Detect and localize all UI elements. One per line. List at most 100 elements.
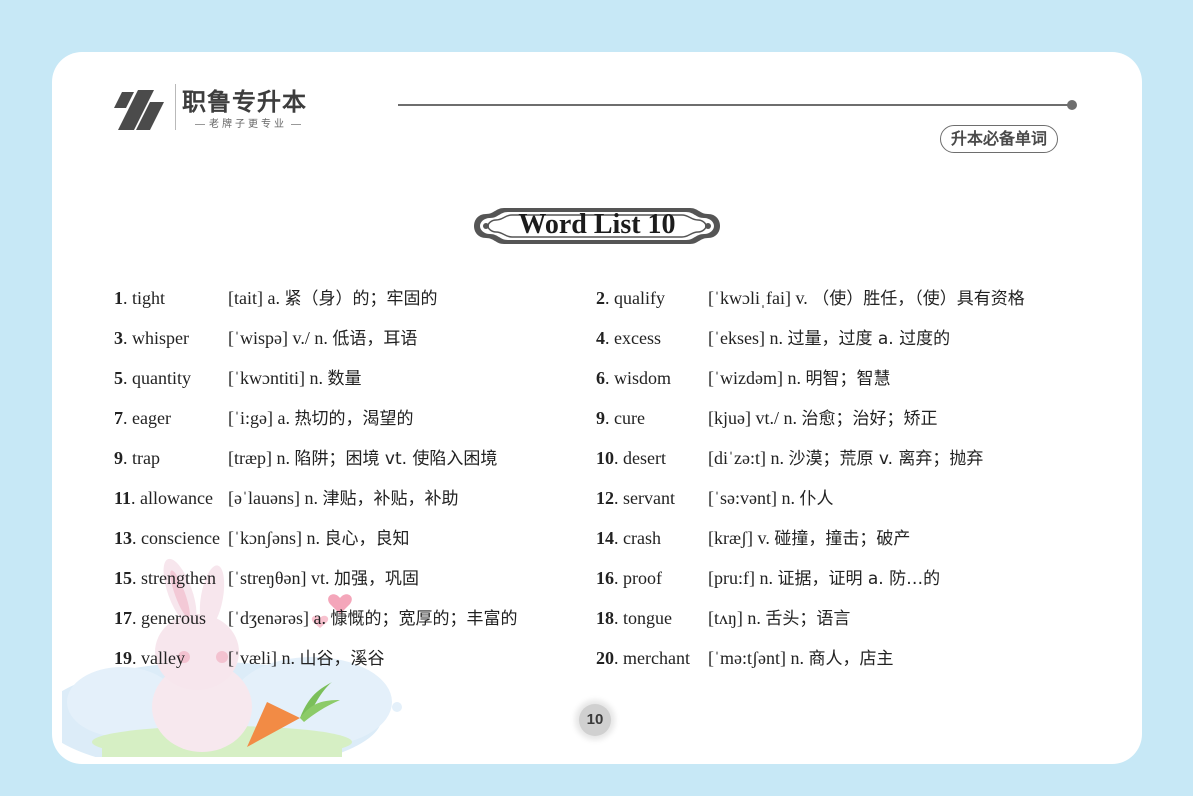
- entry-part-of-speech: n.: [759, 568, 773, 588]
- entry-number: 18: [596, 608, 614, 628]
- page-number: 10: [579, 704, 611, 736]
- entry-chinese-definition: 碰撞，撞击；破产: [774, 529, 911, 549]
- entry-phonetic: [ˈwispə]: [228, 328, 288, 348]
- entry-number: 9: [114, 448, 123, 468]
- entry-number-dot: .: [605, 328, 614, 348]
- entry-phonetic: [pru:f]: [708, 568, 755, 588]
- entry-part-of-speech: n.: [787, 368, 801, 388]
- entry-number: 13: [114, 528, 132, 548]
- entry-chinese-definition: 紧（身）的；牢固的: [284, 289, 438, 309]
- word-entry: 16. proof [pru:f] n. 证据，证明 a. 防…的: [596, 566, 1116, 590]
- entry-word: crash: [623, 528, 661, 548]
- entry-number-dot: .: [614, 448, 623, 468]
- entry-phonetic: [ˈstreŋθən]: [228, 568, 307, 588]
- entry-number-dot: .: [614, 488, 623, 508]
- entry-number-dot: .: [123, 368, 132, 388]
- entry-number: 19: [114, 648, 132, 668]
- entry-number-dot: .: [131, 488, 141, 508]
- entry-phonetic: [əˈlauəns]: [228, 488, 300, 508]
- page-card: 职鲁专升本 老牌子更专业 升本必备单词 Word List 10 1. tigh…: [52, 52, 1142, 764]
- entry-part-of-speech: a.: [313, 608, 326, 628]
- entry-word: eager: [132, 408, 171, 428]
- logo-slogan: 老牌子更专业: [182, 115, 314, 130]
- entry-number-dot: .: [132, 568, 141, 588]
- entry-number-dot: .: [132, 608, 141, 628]
- word-entry: 6. wisdom [ˈwizdəm] n. 明智；智慧: [596, 366, 1116, 390]
- entry-phonetic: [kræʃ]: [708, 528, 753, 548]
- entry-number-dot: .: [614, 608, 623, 628]
- entry-chinese-definition: 陷阱；困境 vt. 使陷入困境: [294, 449, 498, 469]
- logo-divider: [175, 84, 176, 130]
- entry-part-of-speech: vt./ n.: [755, 408, 797, 428]
- entry-number: 17: [114, 608, 132, 628]
- entry-number: 2: [596, 288, 605, 308]
- entry-chinese-definition: 加强，巩固: [334, 569, 420, 589]
- entry-number-dot: .: [605, 368, 614, 388]
- entry-chinese-definition: （使）胜任，（使）具有资格: [812, 289, 1025, 309]
- word-entry: 2. qualify [ˈkwɔliˌfai] v. （使）胜任，（使）具有资格: [596, 286, 1116, 310]
- entry-number: 15: [114, 568, 132, 588]
- entry-definition-group: [ˈwispə] v./ n. 低语，耳语: [228, 326, 417, 351]
- entry-part-of-speech: a.: [277, 408, 290, 428]
- entry-word: tight: [132, 288, 166, 308]
- entry-number: 7: [114, 408, 123, 428]
- word-entry: 10. desert [diˈzə:t] n. 沙漠；荒原 v. 离弃；抛弃: [596, 446, 1116, 470]
- entry-number: 9: [596, 408, 605, 428]
- entry-chinese-definition: 热切的，渴望的: [294, 409, 414, 429]
- entry-phonetic: [ˈkɔnʃəns]: [228, 528, 302, 548]
- word-entry: 1. tight [tait] a. 紧（身）的；牢固的: [114, 286, 584, 310]
- entry-phonetic: [tʌŋ]: [708, 608, 743, 628]
- entry-number: 3: [114, 328, 123, 348]
- entry-word: strengthen: [141, 568, 216, 588]
- entry-phonetic: [træp]: [228, 448, 272, 468]
- word-entry: 3. whisper [ˈwispə] v./ n. 低语，耳语: [114, 326, 584, 350]
- entry-word: tongue: [623, 608, 672, 628]
- word-entry: 13. conscience [ˈkɔnʃəns] n. 良心，良知: [114, 526, 584, 550]
- entry-number: 4: [596, 328, 605, 348]
- entry-word: cure: [614, 408, 645, 428]
- entry-number: 20: [596, 648, 614, 668]
- word-entry: 18. tongue [tʌŋ] n. 舌头；语言: [596, 606, 1116, 630]
- word-entry: 17. generous [ˈdʒenərəs] a. 慷慨的；宽厚的；丰富的: [114, 606, 584, 630]
- entry-definition-group: [ˈwizdəm] n. 明智；智慧: [708, 366, 890, 391]
- entry-definition-group: [ˈvæli] n. 山谷，溪谷: [228, 646, 385, 671]
- entry-word: wisdom: [614, 368, 672, 388]
- entry-part-of-speech: n.: [769, 328, 783, 348]
- entry-chinese-definition: 良心，良知: [324, 529, 410, 549]
- entry-number-dot: .: [605, 408, 614, 428]
- word-entry: 20. merchant [ˈmə:tʃənt] n. 商人，店主: [596, 646, 1116, 670]
- entry-chinese-definition: 低语，耳语: [332, 329, 418, 349]
- entry-number-dot: .: [132, 528, 141, 548]
- entry-number-dot: .: [132, 648, 141, 668]
- entry-phonetic: [ˈkwɔliˌfai]: [708, 288, 791, 308]
- entry-definition-group: [ˈkɔnʃəns] n. 良心，良知: [228, 526, 409, 551]
- entry-definition-group: [diˈzə:t] n. 沙漠；荒原 v. 离弃；抛弃: [708, 446, 983, 471]
- entry-chinese-definition: 沙漠；荒原 v. 离弃；抛弃: [788, 449, 984, 469]
- entry-number-dot: .: [123, 448, 132, 468]
- page-title: Word List 10: [518, 209, 676, 240]
- entry-chinese-definition: 山谷，溪谷: [299, 649, 385, 669]
- entry-part-of-speech: n.: [781, 488, 795, 508]
- entry-number: 14: [596, 528, 614, 548]
- entry-definition-group: [tait] a. 紧（身）的；牢固的: [228, 286, 437, 311]
- entry-phonetic: [ˈi:gə]: [228, 408, 273, 428]
- entry-phonetic: [ˈkwɔntiti]: [228, 368, 305, 388]
- entry-phonetic: [ˈsə:vənt]: [708, 488, 777, 508]
- entry-part-of-speech: n.: [790, 648, 804, 668]
- title-banner: Word List 10: [472, 200, 722, 252]
- word-entry: 14. crash [kræʃ] v. 碰撞，撞击；破产: [596, 526, 1116, 550]
- entry-phonetic: [ˈdʒenərəs]: [228, 608, 309, 628]
- entry-number: 10: [596, 448, 614, 468]
- entry-number-dot: .: [614, 528, 623, 548]
- entry-definition-group: [ˈkwɔntiti] n. 数量: [228, 366, 361, 391]
- entry-number-dot: .: [123, 408, 132, 428]
- entry-part-of-speech: a.: [267, 288, 280, 308]
- entry-part-of-speech: n.: [304, 488, 318, 508]
- entry-part-of-speech: v.: [757, 528, 770, 548]
- entry-part-of-speech: n.: [309, 368, 323, 388]
- entry-phonetic: [ˈwizdəm]: [708, 368, 783, 388]
- entry-definition-group: [ˈmə:tʃənt] n. 商人，店主: [708, 646, 893, 671]
- entry-phonetic: [diˈzə:t]: [708, 448, 766, 468]
- entry-word: whisper: [132, 328, 189, 348]
- entry-number-dot: .: [123, 328, 132, 348]
